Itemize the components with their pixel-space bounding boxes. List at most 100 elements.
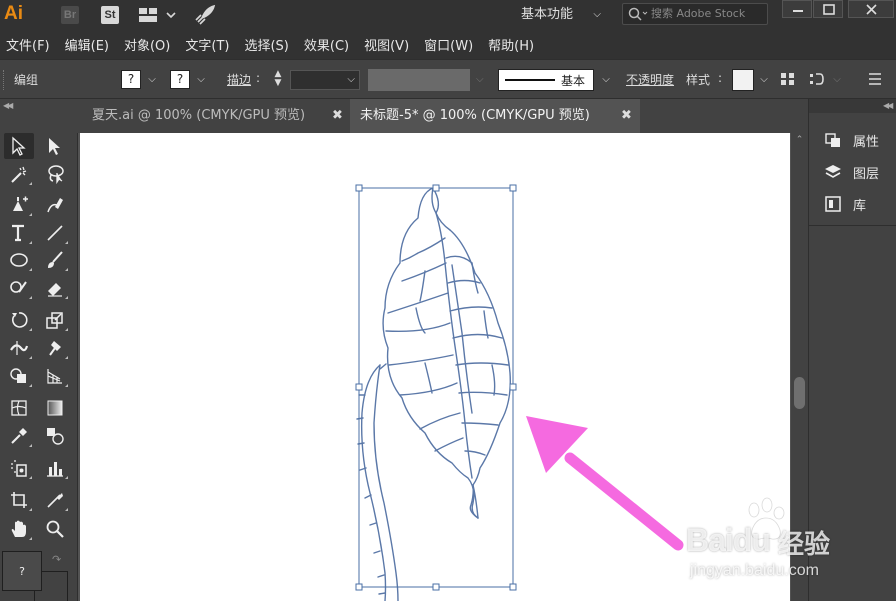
close-tab-icon[interactable]: ✖ [332,99,343,133]
stroke-weight-input[interactable]: ⌵ [290,70,360,90]
paintbrush-tool[interactable] [40,247,70,273]
graphic-style-swatch[interactable] [732,69,754,91]
bridge-button[interactable]: Br [61,6,79,24]
tools-panel: ? ↷ [0,133,78,601]
brush-dropdown-icon[interactable]: ⌵ [599,70,613,89]
panel-dock-header[interactable]: ◀◀ [809,99,896,113]
annotation-arrow [526,416,684,551]
menu-select[interactable]: 选择(S) [244,35,288,54]
rotate-tool[interactable] [4,307,34,333]
isolate-dropdown-icon: ⌵ [833,74,841,85]
libraries-icon [825,196,841,212]
style-label: 样式 [686,73,711,87]
perspective-grid-tool[interactable] [40,363,70,389]
panel-grip[interactable] [3,70,7,90]
fill-swatch[interactable]: ? [2,551,42,591]
gradient-tool[interactable] [40,395,70,421]
column-graph-tool[interactable] [40,455,70,481]
shape-builder-tool[interactable] [4,363,34,389]
watermark-brand-cn: 经验 [778,529,831,559]
scale-tool[interactable] [40,307,70,333]
workspace-switcher[interactable]: 基本功能 ⌵ [511,4,607,26]
stroke-weight-stepper[interactable]: ▲ ▼ [271,70,285,89]
tab-summer-ai[interactable]: 夏天.ai @ 100% (CMYK/GPU 预览) [82,99,344,133]
style-colon: : [718,71,723,85]
gpu-performance-icon[interactable] [194,4,216,26]
leaf-artwork[interactable] [80,133,791,601]
panel-libraries[interactable]: 库 [809,189,896,219]
tab-untitled-5[interactable]: 未标题-5* @ 100% (CMYK/GPU 预览) [350,99,640,133]
ellipse-tool[interactable] [4,247,34,273]
stroke-dropdown-icon[interactable]: ⌵ [194,70,208,89]
close-window-button[interactable] [848,0,894,18]
illustrator-logo: Ai [4,3,23,24]
menu-type[interactable]: 文字(T) [185,35,229,54]
panel-layers-label: 图层 [853,167,880,182]
variable-width-field [368,69,470,91]
chevron-down-icon: ⌵ [347,74,355,85]
control-bar-menu-icon[interactable] [866,70,884,88]
eyedropper-tool[interactable] [4,423,34,449]
minimize-button[interactable] [782,0,812,18]
expand-panels-icon[interactable]: ◀◀ [883,101,893,110]
arrange-documents-icon[interactable] [139,7,179,23]
close-tab-icon[interactable]: ✖ [621,99,632,133]
curvature-tool[interactable] [40,192,70,218]
menu-effect[interactable]: 效果(C) [304,35,349,54]
width-tool[interactable] [4,335,34,361]
align-icon[interactable] [779,70,797,88]
menu-view[interactable]: 视图(V) [364,35,409,54]
hand-tool[interactable] [4,516,34,542]
menu-edit[interactable]: 编辑(E) [65,35,109,54]
panel-layers[interactable]: 图层 [809,157,896,187]
workspace-label: 基本功能 [521,7,574,22]
menu-window[interactable]: 窗口(W) [424,35,473,54]
canvas[interactable] [79,133,791,601]
fill-dropdown-icon[interactable]: ⌵ [145,70,159,89]
pen-tool[interactable] [4,192,34,218]
panel-libraries-label: 库 [853,199,867,214]
menu-help[interactable]: 帮助(H) [488,35,534,54]
brush-definition-field[interactable]: 基本 [498,69,594,91]
swap-fill-stroke-icon[interactable]: ↷ [52,553,61,566]
menu-object[interactable]: 对象(O) [124,35,170,54]
scrollbar-thumb[interactable] [794,377,805,409]
stroke-color-box[interactable]: ? [170,70,190,89]
puppet-warp-tool[interactable] [40,335,70,361]
menu-file[interactable]: 文件(F) [6,35,50,54]
maximize-button[interactable] [813,0,843,18]
panel-divider [809,225,896,226]
blend-tool[interactable] [40,423,70,449]
opacity-label[interactable]: 不透明度 [626,71,674,88]
symbol-sprayer-tool[interactable] [4,455,34,481]
artboard-tool[interactable] [4,487,34,513]
isolate-icon[interactable] [808,70,826,88]
selection-tool[interactable] [4,133,34,159]
artboard[interactable] [80,133,790,601]
chevron-down-icon: ⌵ [476,74,484,85]
search-placeholder: 搜索 Adobe Stock [651,7,746,20]
stock-search-input[interactable]: 搜索 Adobe Stock [622,3,768,25]
type-tool[interactable] [4,220,34,246]
magic-wand-tool[interactable] [4,161,34,187]
style-dropdown-icon[interactable]: ⌵ [757,70,771,89]
selection-type-label: 编组 [14,73,39,87]
collapse-toolbar-icon[interactable]: ◀◀ [3,101,13,110]
brush-profile-label: 基本 [561,74,586,88]
slice-tool[interactable] [40,487,70,513]
scroll-up-icon[interactable]: ⌃ [791,135,808,145]
fill-color-box[interactable]: ? [121,70,141,89]
lasso-tool[interactable] [40,161,70,187]
eraser-tool[interactable] [40,275,70,301]
zoom-tool[interactable] [40,516,70,542]
watermark-brand: Baidu [686,522,771,558]
line-segment-tool[interactable] [40,220,70,246]
panel-properties[interactable]: 属性 [809,125,896,155]
direct-selection-tool[interactable] [40,133,70,159]
tab-label: 未标题-5* @ 100% (CMYK/GPU 预览) [360,108,590,123]
document-tabs: ◀◀ 夏天.ai @ 100% (CMYK/GPU 预览) ✖ 未标题-5* @… [0,99,808,133]
mesh-tool[interactable] [4,395,34,421]
stroke-label[interactable]: 描边 [227,71,251,88]
stock-button[interactable]: St [101,6,119,24]
shaper-tool[interactable] [4,275,34,301]
